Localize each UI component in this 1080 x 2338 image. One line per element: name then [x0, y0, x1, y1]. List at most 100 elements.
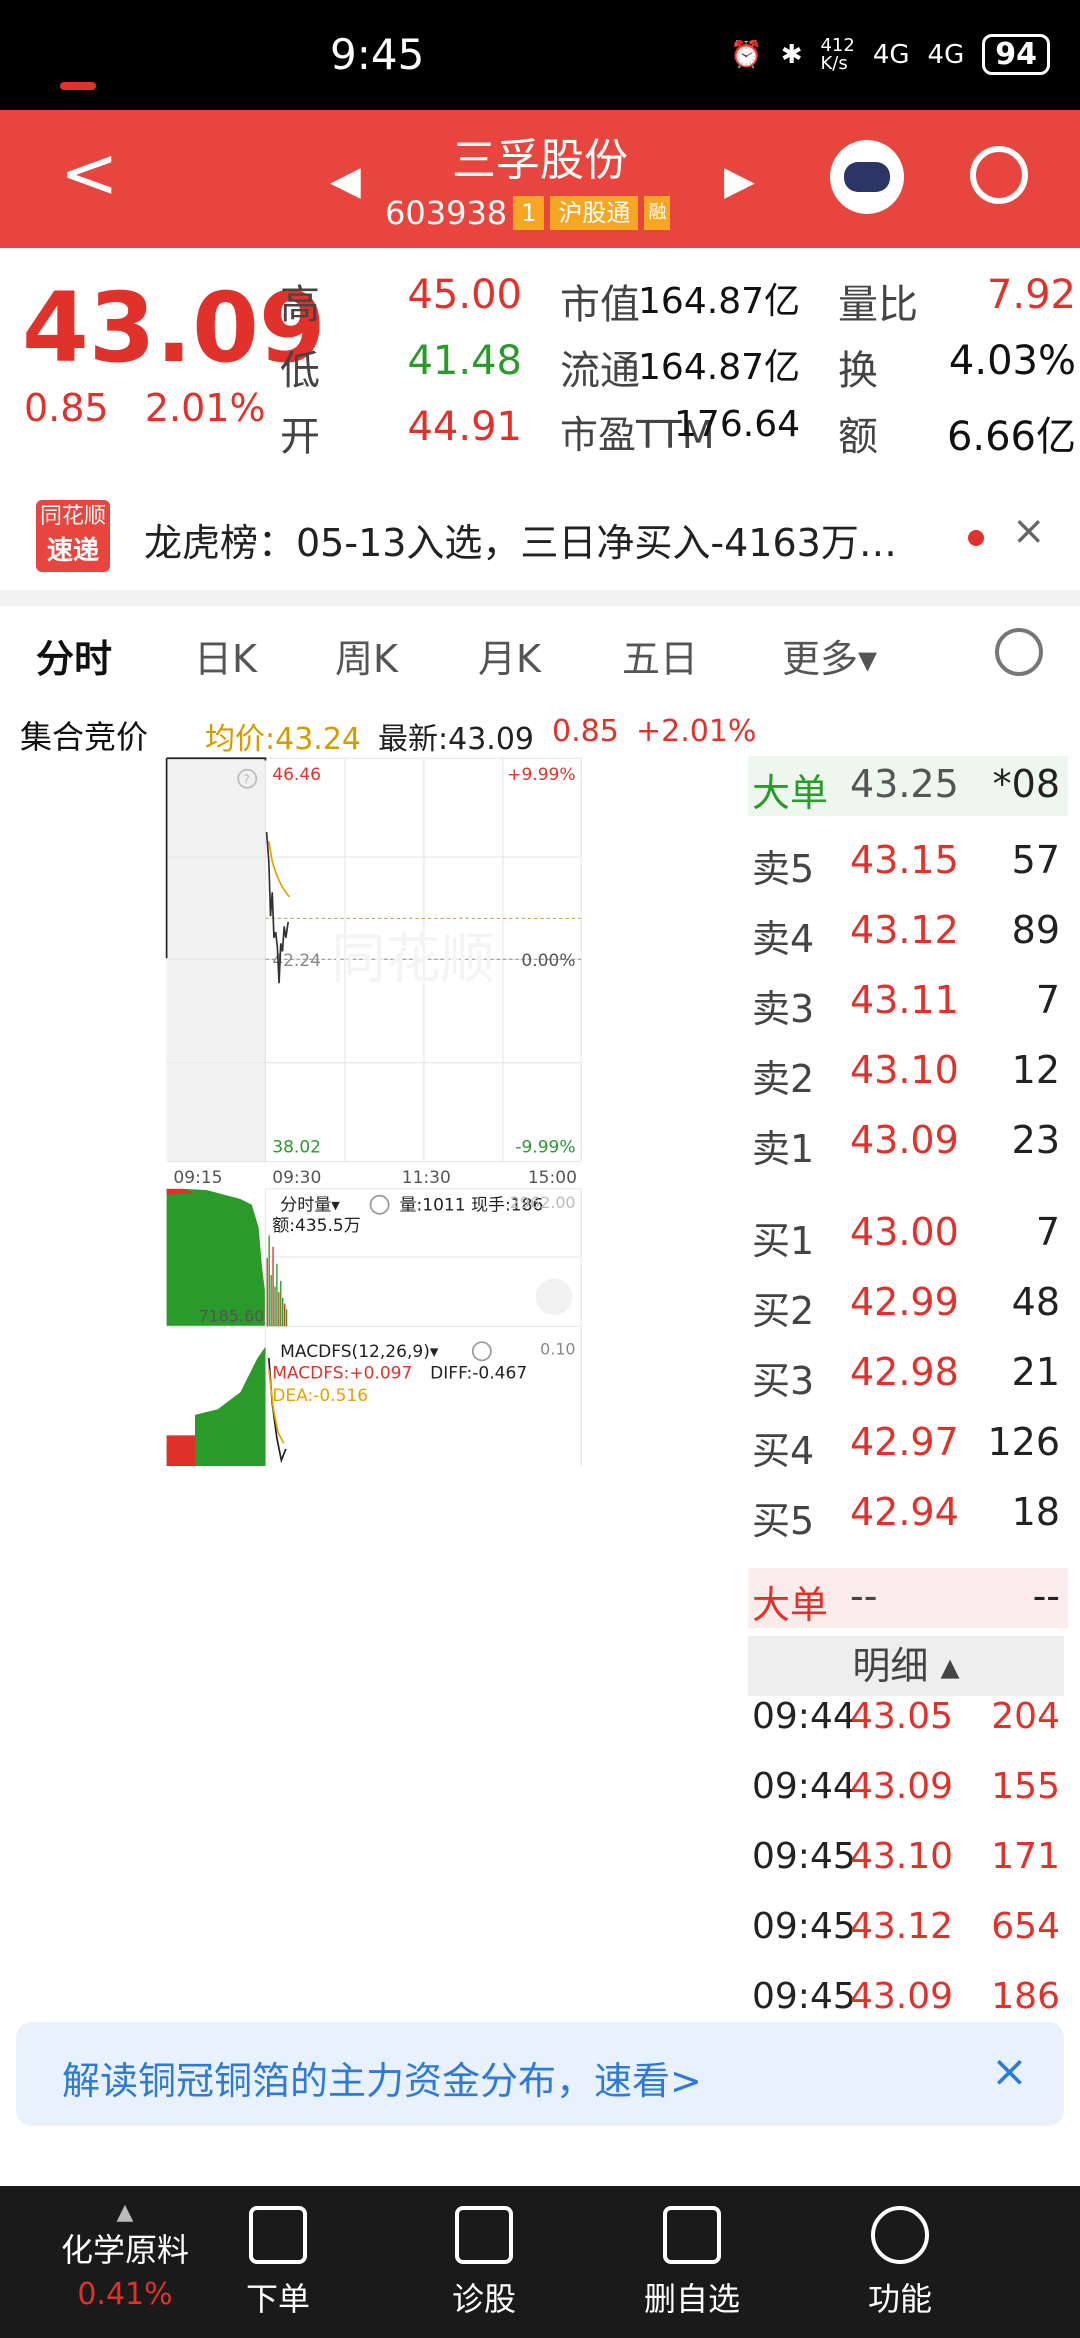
search-icon[interactable]	[970, 146, 1028, 204]
order-volume: 57	[1011, 838, 1060, 882]
stat-label: 高	[280, 282, 320, 328]
tick-time: 09:45	[752, 1836, 856, 1877]
order-price: 43.25	[850, 762, 959, 806]
tick-volume: 654	[991, 1906, 1060, 1947]
stat-value: 176.64	[674, 404, 800, 445]
tick-time: 09:44	[752, 1696, 856, 1737]
nav-label: 下单	[245, 2280, 310, 2318]
order-price: 43.09	[850, 1118, 959, 1162]
tab-2[interactable]: 周K	[335, 628, 398, 683]
order-price: 42.94	[850, 1490, 959, 1534]
tick-price: 43.09	[850, 1976, 954, 2017]
order-volume: 12	[1011, 1048, 1060, 1092]
nav-item-1[interactable]: 诊股	[409, 2206, 559, 2320]
tab-1[interactable]: 日K	[194, 628, 257, 683]
tab-5[interactable]: 更多▾	[782, 628, 877, 683]
bid-row: 买4 42.97 126	[0, 1420, 1080, 1476]
tick-time: 09:45	[752, 1906, 856, 1947]
tonghuashun-logo: 同花顺 速递	[36, 500, 110, 572]
tick-volume: 171	[991, 1836, 1060, 1877]
nav-item-3[interactable]: 功能	[825, 2206, 975, 2320]
ask-row: 卖2 43.10 12	[0, 1048, 1080, 1104]
price-change: 0.85 2.01%	[24, 386, 266, 430]
order-price: 42.99	[850, 1280, 959, 1324]
tick-time: 09:44	[752, 1766, 856, 1807]
stat-value: 164.87亿	[638, 281, 800, 322]
nav-item-2[interactable]: 删自选	[617, 2206, 767, 2320]
order-price: 43.12	[850, 908, 959, 952]
latest-price: 最新:43.09	[378, 722, 534, 757]
sector-pct: 0.41%	[77, 2277, 173, 2312]
promo-banner[interactable]: 解读铜冠铜箔的主力资金分布，速看> ×	[16, 2022, 1064, 2126]
tab-3[interactable]: 月K	[478, 628, 541, 683]
stat-value: 41.48	[407, 338, 522, 384]
tick-price: 43.05	[850, 1696, 954, 1737]
order-label: 买2	[752, 1289, 815, 1333]
sector-name: 化学原料	[60, 2231, 189, 2269]
order-price: 43.10	[850, 1048, 959, 1092]
order-label: 买3	[752, 1359, 815, 1403]
signal-icon: 4G	[872, 39, 910, 70]
latest-change: 0.85	[552, 714, 619, 749]
stat-value: 6.66亿	[946, 414, 1076, 460]
tick-price: 43.10	[850, 1836, 954, 1877]
stat-value: 7.92	[986, 272, 1076, 318]
stat-value: 45.00	[407, 272, 522, 318]
tick-price: 43.09	[850, 1766, 954, 1807]
active-tab-indicator	[60, 82, 96, 90]
nav-icon	[455, 2206, 513, 2264]
order-volume: 21	[1011, 1350, 1060, 1394]
logo-bottom-text: 速递	[46, 536, 99, 566]
stock-code: 603938	[385, 194, 508, 232]
nav-label: 诊股	[451, 2280, 516, 2318]
order-volume: 126	[987, 1420, 1060, 1464]
divider	[0, 590, 1080, 606]
order-label: 大单	[752, 771, 829, 815]
order-label: 卖5	[752, 847, 815, 891]
promo-text: 解读铜冠铜箔的主力资金分布，速看>	[62, 2059, 702, 2103]
order-label: 大单	[752, 1583, 829, 1627]
close-icon[interactable]: ×	[991, 2046, 1028, 2097]
signal-icon-2: 4G	[927, 39, 965, 70]
tab-4[interactable]: 五日	[622, 628, 698, 683]
detail-toggle[interactable]: 明细 ▴	[748, 1636, 1064, 1696]
stat-label: 额	[838, 414, 878, 460]
order-label: 卖2	[752, 1057, 815, 1101]
stock-code-row: 603938 1 沪股通 融	[385, 194, 671, 232]
close-icon[interactable]: ×	[1012, 508, 1046, 554]
order-volume: 18	[1011, 1490, 1060, 1534]
ask-row: 卖5 43.15 57	[0, 838, 1080, 894]
bid-row: 买5 42.94 18	[0, 1490, 1080, 1546]
change-percent: 2.01%	[144, 386, 266, 430]
order-price: --	[850, 1574, 878, 1618]
auction-label: 集合竞价	[20, 718, 149, 756]
stat-label: 市值	[560, 282, 640, 328]
order-price: 42.98	[850, 1350, 959, 1394]
order-volume: *08	[992, 762, 1060, 806]
assistant-robot-icon[interactable]	[830, 140, 904, 214]
stat-label: 流通	[560, 348, 640, 394]
nav-label: 删自选	[643, 2280, 740, 2318]
bottom-nav: ▲ 化学原料 0.41% 下单 诊股 删自选 功能	[0, 2186, 1080, 2338]
order-volume: 23	[1011, 1118, 1060, 1162]
order-price: 43.11	[850, 978, 959, 1022]
unread-dot	[968, 530, 984, 546]
order-volume: 7	[1035, 1210, 1060, 1254]
tick-time: 09:45	[752, 1976, 856, 2017]
nav-label: 功能	[867, 2280, 932, 2318]
nav-item-0[interactable]: 下单	[203, 2206, 353, 2320]
next-stock-button[interactable]: ▶	[724, 158, 755, 204]
tick-volume: 186	[991, 1976, 1060, 2017]
chevron-up-icon: ▲	[116, 2200, 134, 2225]
dragon-tiger-banner[interactable]: 同花顺 速递 龙虎榜：05-13入选，三日净买入-4163万… ×	[0, 478, 1080, 590]
alarm-icon: ⏰	[730, 39, 763, 70]
stat-value: 164.87亿	[638, 347, 800, 388]
tab-0[interactable]: 分时	[36, 628, 112, 683]
order-label: 买5	[752, 1499, 815, 1543]
settings-gear-icon[interactable]	[995, 628, 1043, 676]
order-price: 43.15	[850, 838, 959, 882]
margin-tag: 融	[644, 196, 671, 230]
chart-info-line: 集合竞价 均价:43.24 最新:43.09 0.85 +2.01%	[0, 700, 1080, 757]
sector-item[interactable]: ▲ 化学原料 0.41%	[40, 2200, 210, 2312]
stat-value: 4.03%	[948, 338, 1076, 384]
